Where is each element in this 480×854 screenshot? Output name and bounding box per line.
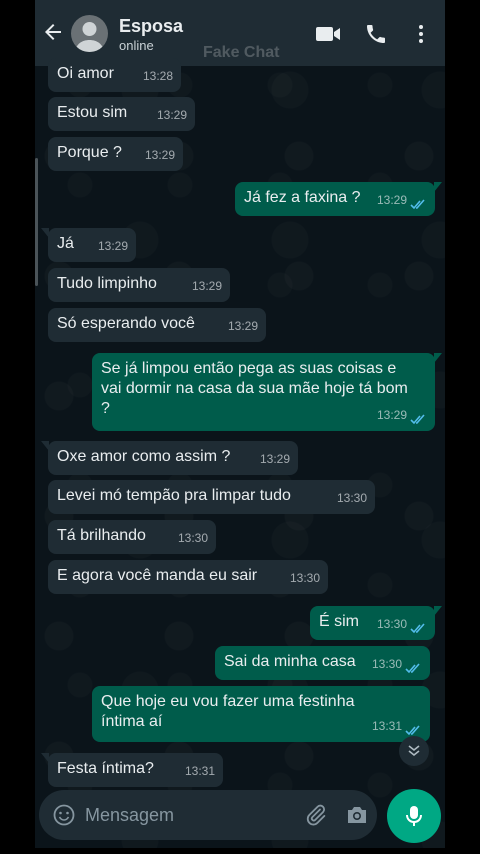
message-text: Sai da minha casa <box>224 653 356 670</box>
message-text: Estou sim <box>57 104 128 121</box>
emoji-icon[interactable] <box>53 804 75 826</box>
message-input-bar[interactable]: Mensagem <box>39 790 377 840</box>
message-time: 13:30 <box>371 657 402 671</box>
contact-name[interactable]: Esposa <box>119 16 183 37</box>
message-time: 13:30 <box>289 571 320 585</box>
read-ticks-icon <box>410 414 425 425</box>
message-time: 13:29 <box>259 452 290 466</box>
message-time: 13:29 <box>227 319 258 333</box>
message-text: Já fez a faxina ? <box>244 189 361 206</box>
chat-screen: Esposa online Fake Chat Oi amor 13:28 Es… <box>35 0 445 848</box>
scroll-to-bottom-button[interactable] <box>399 736 429 766</box>
read-ticks-icon <box>405 663 420 674</box>
back-arrow-icon[interactable] <box>41 20 65 44</box>
message-text: Que hoje eu vou fazer uma festinha íntim… <box>101 693 355 730</box>
message-outgoing[interactable]: Se já limpou então pega as suas coisas e… <box>92 353 442 431</box>
avatar[interactable] <box>71 15 108 52</box>
message-time: 13:30 <box>336 491 367 505</box>
message-text: É sim <box>319 613 359 630</box>
message-incoming[interactable]: Oxe amor como assim ? 13:29 <box>41 441 298 475</box>
message-incoming[interactable]: Levei mó tempão pra limpar tudo 13:30 <box>48 480 375 514</box>
read-ticks-icon <box>410 199 425 210</box>
message-text: Já <box>57 235 74 252</box>
message-time: 13:29 <box>191 279 222 293</box>
message-incoming[interactable]: Só esperando você 13:29 <box>48 308 266 342</box>
message-incoming[interactable]: Estou sim 13:29 <box>48 97 195 131</box>
message-time: 13:29 <box>97 239 128 253</box>
scroll-indicator <box>35 158 38 286</box>
message-time: 13:28 <box>142 69 173 83</box>
watermark-text: Fake Chat <box>203 44 280 61</box>
message-text: Oxe amor como assim ? <box>57 448 231 465</box>
message-text: Se já limpou então pega as suas coisas e… <box>101 360 408 417</box>
avatar-icon <box>75 22 104 52</box>
message-text: Levei mó tempão pra limpar tudo <box>57 487 291 504</box>
message-incoming[interactable]: E agora você manda eu sair 13:30 <box>48 560 328 594</box>
video-call-icon[interactable] <box>314 22 342 46</box>
chat-header: Esposa online Fake Chat <box>35 0 445 66</box>
read-ticks-icon <box>405 725 420 736</box>
camera-icon[interactable] <box>345 804 369 826</box>
message-incoming[interactable]: Tá brilhando 13:30 <box>48 520 216 554</box>
contact-status: online <box>119 38 154 53</box>
message-time: 13:29 <box>144 148 175 162</box>
message-time: 13:29 <box>376 193 407 207</box>
message-time: 13:30 <box>376 617 407 631</box>
message-incoming[interactable]: Porque ? 13:29 <box>48 137 183 171</box>
voice-call-icon[interactable] <box>362 22 390 46</box>
message-outgoing[interactable]: Sai da minha casa 13:30 <box>215 646 430 680</box>
message-text: Tá brilhando <box>57 527 146 544</box>
message-time: 13:31 <box>371 719 402 733</box>
message-text: Tudo limpinho <box>57 275 157 292</box>
message-text: Oi amor <box>57 65 114 82</box>
more-options-icon[interactable] <box>409 22 433 46</box>
mic-button[interactable] <box>387 789 441 843</box>
message-incoming[interactable]: Tudo limpinho 13:29 <box>48 268 230 302</box>
message-outgoing[interactable]: Já fez a faxina ? 13:29 <box>235 182 442 216</box>
message-text: Porque ? <box>57 144 122 161</box>
chevron-down-icon <box>408 745 420 757</box>
message-time: 13:31 <box>184 764 215 778</box>
message-incoming[interactable]: Oi amor 13:28 <box>48 58 181 92</box>
message-text: Só esperando você <box>57 315 195 332</box>
message-incoming[interactable]: Já 13:29 <box>41 228 136 262</box>
message-outgoing[interactable]: Que hoje eu vou fazer uma festinha íntim… <box>92 686 430 742</box>
message-input-placeholder[interactable]: Mensagem <box>85 805 174 826</box>
message-time: 13:29 <box>376 408 407 422</box>
message-text: E agora você manda eu sair <box>57 567 258 584</box>
message-text: Festa íntima? <box>57 760 154 777</box>
message-incoming[interactable]: Festa íntima? 13:31 <box>41 753 223 787</box>
mic-icon <box>406 806 422 826</box>
read-ticks-icon <box>410 623 425 634</box>
message-time: 13:29 <box>156 108 187 122</box>
message-time: 13:30 <box>177 531 208 545</box>
message-outgoing[interactable]: É sim 13:30 <box>310 606 442 640</box>
attach-icon[interactable] <box>304 803 328 827</box>
